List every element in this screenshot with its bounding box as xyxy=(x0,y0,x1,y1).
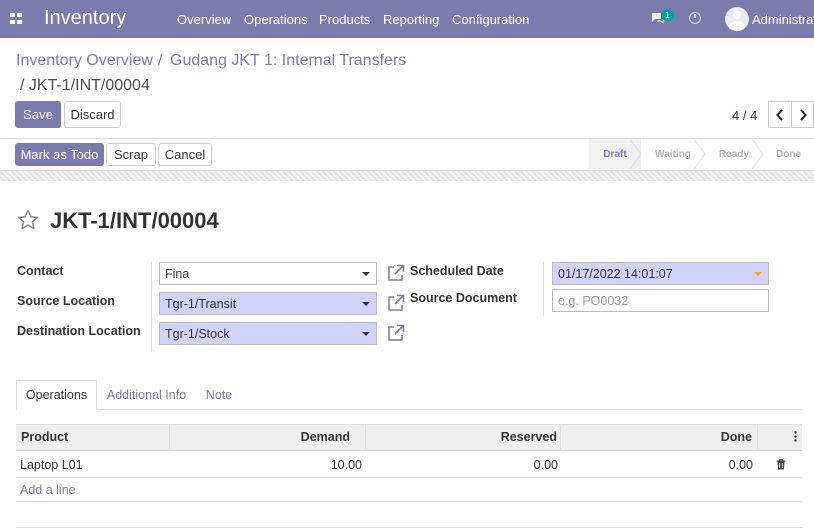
star-priority-icon[interactable] xyxy=(16,208,40,232)
scheduled-date-field[interactable]: 01/17/2022 14:01:07 xyxy=(552,262,769,285)
activity-clock-icon[interactable] xyxy=(689,12,701,24)
dropdown-caret-icon[interactable] xyxy=(362,332,370,336)
menu-reporting[interactable]: Reporting xyxy=(383,12,439,27)
tab-operations[interactable]: Operations xyxy=(16,380,97,410)
app-brand[interactable]: Inventory xyxy=(44,7,126,30)
dropdown-caret-icon[interactable] xyxy=(362,272,370,276)
date-picker-caret-icon[interactable] xyxy=(754,272,762,276)
tab-additional-info[interactable]: Additional Info xyxy=(101,380,192,410)
table-row[interactable]: Laptop L01 10.00 0.00 0.00 xyxy=(16,451,802,478)
save-button[interactable]: Save xyxy=(15,101,61,128)
contact-label: Contact xyxy=(17,264,64,278)
stage-done[interactable]: Done xyxy=(763,139,814,169)
source-location-field[interactable]: Tgr-1/Transit xyxy=(159,292,377,315)
stage-draft-label: Draft xyxy=(603,148,627,160)
column-header-product[interactable]: Product xyxy=(21,430,68,444)
column-divider xyxy=(169,425,170,451)
scheduled-date-value: 01/17/2022 14:01:07 xyxy=(558,267,673,281)
column-header-done[interactable]: Done xyxy=(721,430,752,444)
destination-location-field[interactable]: Tgr-1/Stock xyxy=(159,322,377,345)
scheduled-date-label: Scheduled Date xyxy=(410,264,504,278)
contact-field[interactable]: Fina xyxy=(159,262,377,285)
table-row-empty xyxy=(16,501,802,528)
breadcrumb-current: / JKT-1/INT/00004 xyxy=(20,77,150,94)
field-divider xyxy=(543,262,544,316)
pager-previous-button[interactable] xyxy=(768,101,792,128)
column-divider xyxy=(365,425,366,451)
user-name[interactable]: Administrator xyxy=(752,12,814,27)
column-header-reserved[interactable]: Reserved xyxy=(501,430,557,444)
external-link-icon[interactable] xyxy=(387,294,405,312)
source-document-field[interactable]: e.g. PO0032 xyxy=(552,289,769,312)
stage-draft[interactable]: Draft xyxy=(589,139,642,169)
cell-done: 0.00 xyxy=(728,458,753,472)
field-divider xyxy=(151,262,152,352)
stage-ready-label: Ready xyxy=(718,148,749,160)
chevron-left-icon xyxy=(776,108,783,121)
scrap-button[interactable]: Scrap xyxy=(106,143,156,166)
menu-operations[interactable]: Operations xyxy=(244,12,308,27)
mark-as-todo-button[interactable]: Mark as Todo xyxy=(15,143,104,166)
source-location-value: Tgr-1/Transit xyxy=(165,297,237,311)
contact-value: Fina xyxy=(165,267,190,281)
tab-note[interactable]: Note xyxy=(199,380,239,410)
menu-configuration[interactable]: Configuration xyxy=(452,12,529,27)
external-link-icon[interactable] xyxy=(387,324,405,342)
cancel-button[interactable]: Cancel xyxy=(158,143,212,166)
record-title: JKT-1/INT/00004 xyxy=(50,208,219,233)
menu-products[interactable]: Products xyxy=(319,12,370,27)
column-header-demand[interactable]: Demand xyxy=(301,430,350,444)
menu-overview[interactable]: Overview xyxy=(177,12,231,27)
trash-icon[interactable] xyxy=(776,459,786,470)
pager-value: 4 / 4 xyxy=(732,108,758,123)
cell-demand: 10.00 xyxy=(330,458,362,472)
breadcrumb-separator: / xyxy=(158,52,163,69)
discard-button[interactable]: Discard xyxy=(64,101,121,128)
source-location-label: Source Location xyxy=(17,294,115,308)
add-line-link[interactable]: Add a line xyxy=(20,483,76,497)
table-header: Product Demand Reserved Done xyxy=(16,424,802,451)
top-navbar: Inventory Overview Operations Products R… xyxy=(0,0,814,38)
source-document-placeholder: e.g. PO0032 xyxy=(558,294,629,308)
stage-waiting-label: Waiting xyxy=(655,148,691,160)
cell-product: Laptop L01 xyxy=(20,458,83,472)
breadcrumb-inventory-overview[interactable]: Inventory Overview xyxy=(16,52,153,70)
column-divider xyxy=(560,425,561,451)
stage-pipeline: Draft Waiting Ready Done xyxy=(589,139,814,169)
stage-done-label: Done xyxy=(776,148,801,160)
breadcrumb-internal-transfers[interactable]: Gudang JKT 1: Internal Transfers xyxy=(170,52,406,70)
external-link-icon[interactable] xyxy=(387,264,405,282)
chat-count-badge: 1 xyxy=(661,9,675,21)
apps-menu-icon[interactable] xyxy=(10,13,22,24)
sheet-background xyxy=(0,171,814,181)
column-options-icon[interactable] xyxy=(794,431,797,442)
stage-ready[interactable]: Ready xyxy=(705,139,764,169)
user-avatar[interactable] xyxy=(725,7,749,31)
dropdown-caret-icon[interactable] xyxy=(362,302,370,306)
destination-location-value: Tgr-1/Stock xyxy=(165,327,230,341)
source-document-label: Source Document xyxy=(410,291,517,305)
stage-waiting[interactable]: Waiting xyxy=(641,139,706,169)
pager-next-button[interactable] xyxy=(791,101,814,128)
chevron-right-icon xyxy=(799,108,807,121)
cell-reserved: 0.00 xyxy=(533,458,558,472)
column-divider xyxy=(757,425,758,451)
destination-location-label: Destination Location xyxy=(17,324,141,338)
